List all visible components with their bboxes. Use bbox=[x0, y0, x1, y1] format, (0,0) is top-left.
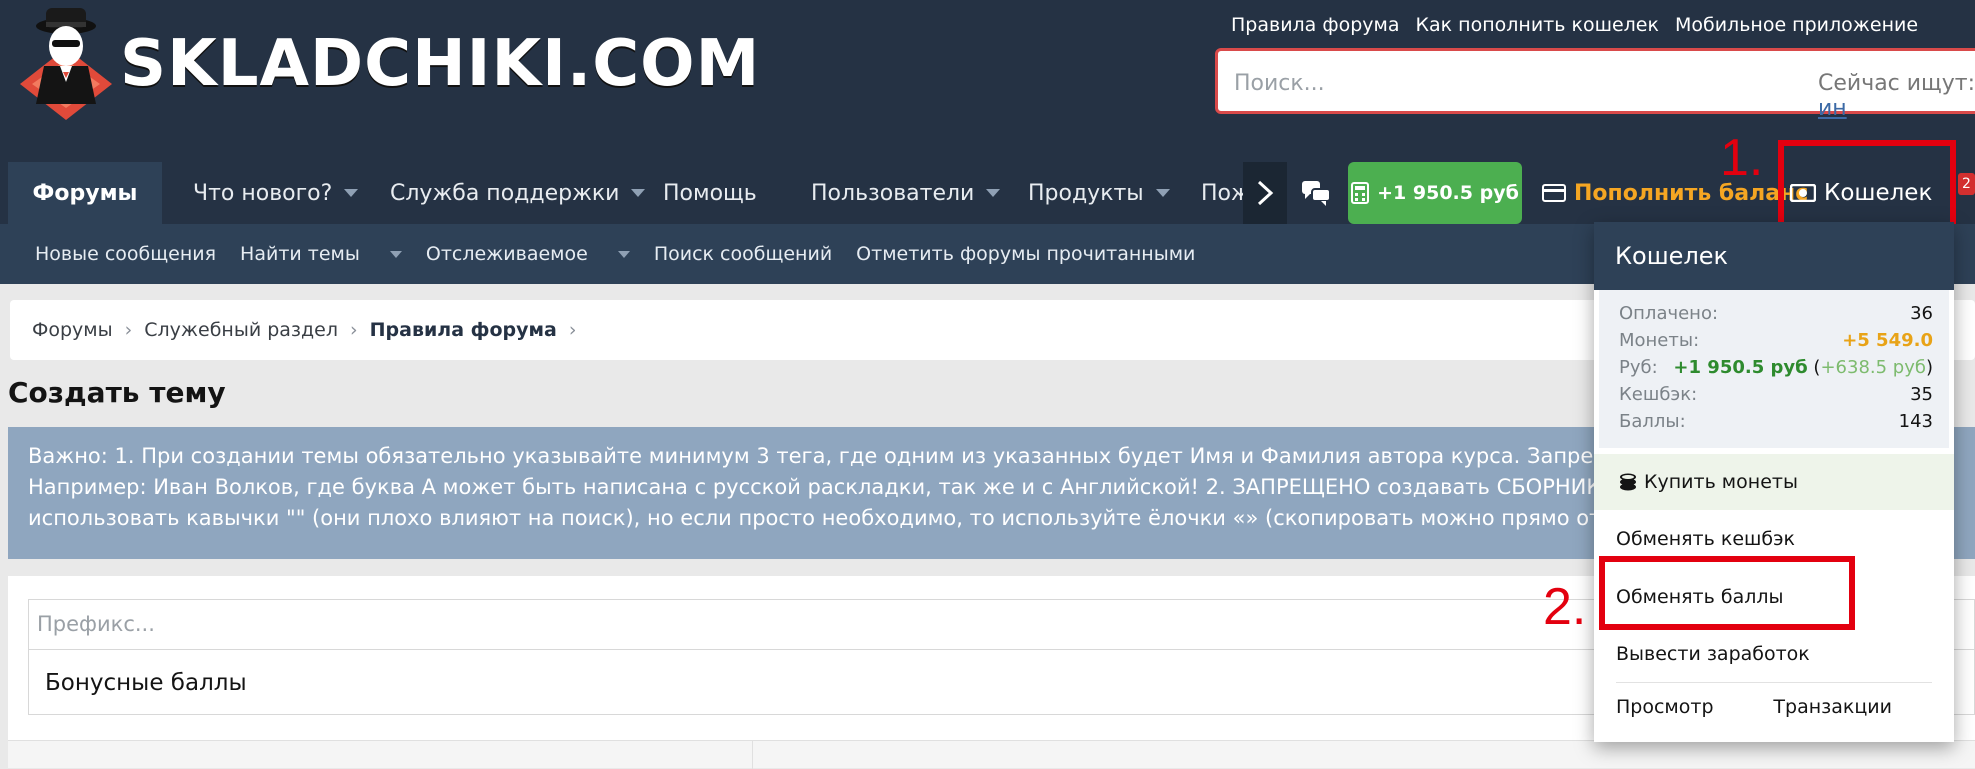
topup-button[interactable]: Пополнить баланс bbox=[1542, 162, 1808, 224]
stat-rub-values: +1 950.5 руб (+638.5 руб) bbox=[1673, 354, 1933, 381]
menu-item-buy-coins-label: Купить монеты bbox=[1644, 471, 1798, 493]
subnav-find-threads-label: Найти темы bbox=[240, 243, 360, 265]
chevron-right-icon: › bbox=[350, 319, 358, 341]
site-logo-text: SKLADCHIKI.COM bbox=[120, 27, 761, 101]
now-searching-link[interactable]: ин bbox=[1818, 96, 1847, 121]
stat-coins: Монеты: +5 549.0 bbox=[1619, 327, 1933, 354]
stat-cashback: Кешбэк: 35 bbox=[1619, 381, 1933, 408]
chevron-down-icon[interactable] bbox=[1155, 189, 1170, 197]
wallet-dropdown: Кошелек Оплачено: 36 Монеты: +5 549.0 Руб:… bbox=[1594, 222, 1954, 742]
site-header: SKLADCHIKI.COM Правила форума Как пополн… bbox=[0, 0, 1975, 162]
divider bbox=[1616, 682, 1932, 683]
divider bbox=[752, 741, 753, 769]
menu-item-buy-coins[interactable]: Купить монеты bbox=[1594, 454, 1954, 510]
stat-rub-label: Руб: bbox=[1619, 357, 1658, 378]
tab-products[interactable]: Продукты bbox=[1028, 162, 1170, 224]
link-mobile-app[interactable]: Мобильное приложение bbox=[1675, 14, 1918, 36]
annotation-step-2: 2. bbox=[1543, 578, 1587, 636]
paren-close: ) bbox=[1925, 357, 1933, 378]
wallet-stats: Оплачено: 36 Монеты: +5 549.0 Руб: +1 950.5… bbox=[1599, 290, 1949, 448]
balance-value: +1 950.5 руб bbox=[1377, 182, 1519, 204]
stat-cashback-label: Кешбэк: bbox=[1619, 384, 1698, 405]
stat-cashback-value: 35 bbox=[1910, 384, 1933, 405]
tab-forums-label: Форумы bbox=[32, 180, 138, 206]
subnav-find-threads[interactable]: Найти темы bbox=[240, 243, 402, 265]
wallet-dropdown-footer: Просмотр Транзакции bbox=[1616, 696, 1932, 718]
stat-coins-value: +5 549.0 bbox=[1842, 330, 1933, 351]
title-value: Бонусные баллы bbox=[45, 670, 247, 696]
page-title: Создать тему bbox=[8, 376, 226, 409]
top-links: Правила форума Как пополнить кошелек Моб… bbox=[1231, 14, 1918, 36]
calculator-icon bbox=[1351, 182, 1370, 204]
stat-paid-value: 36 bbox=[1910, 303, 1933, 324]
tab-users[interactable]: Пользователи bbox=[811, 162, 1001, 224]
coins-icon bbox=[1620, 473, 1636, 491]
stat-points-value: 143 bbox=[1898, 411, 1933, 432]
tab-help-label: Помощь bbox=[663, 180, 757, 206]
tab-support-label: Служба поддержки bbox=[390, 180, 620, 206]
chevron-down-icon[interactable] bbox=[344, 189, 359, 197]
now-searching-label: Сейчас ищут: bbox=[1818, 71, 1975, 96]
tab-support[interactable]: Служба поддержки bbox=[390, 162, 646, 224]
balance-button[interactable]: +1 950.5 руб bbox=[1348, 162, 1522, 224]
subnav-watched-label: Отслеживаемое bbox=[425, 243, 588, 265]
tab-users-label: Пользователи bbox=[811, 180, 975, 206]
stat-points-label: Баллы: bbox=[1619, 411, 1686, 432]
chevron-right-icon: › bbox=[124, 319, 133, 341]
tab-products-label: Продукты bbox=[1028, 180, 1144, 206]
link-forum-rules[interactable]: Правила форума bbox=[1231, 14, 1400, 36]
stat-rub: Руб: +1 950.5 руб (+638.5 руб) bbox=[1619, 354, 1933, 381]
stat-paid: Оплачено: 36 bbox=[1619, 300, 1933, 327]
notification-badge[interactable]: 2 bbox=[1958, 173, 1975, 195]
spy-mascot-icon bbox=[16, 8, 116, 120]
chevron-down-icon[interactable] bbox=[986, 189, 1001, 197]
prefix-placeholder: Префикс... bbox=[37, 612, 155, 636]
subnav-new-posts[interactable]: Новые сообщения bbox=[35, 243, 216, 265]
breadcrumb-service-section[interactable]: Служебный раздел bbox=[144, 319, 338, 341]
topup-label: Пополнить баланс bbox=[1574, 180, 1809, 206]
chat-icon[interactable] bbox=[1301, 178, 1331, 208]
annotation-step-1: 1. bbox=[1720, 129, 1764, 187]
stat-coins-label: Монеты: bbox=[1619, 330, 1700, 351]
stat-paid-label: Оплачено: bbox=[1619, 303, 1719, 324]
link-view[interactable]: Просмотр bbox=[1616, 696, 1714, 718]
chevron-down-icon bbox=[617, 250, 630, 258]
wallet-dropdown-title: Кошелек bbox=[1594, 222, 1954, 290]
now-searching: Сейчас ищут: ин bbox=[1818, 71, 1975, 121]
search-input[interactable]: Поиск... Сейчас ищут: ин bbox=[1215, 48, 1975, 121]
subnav-search-posts[interactable]: Поиск сообщений bbox=[654, 243, 832, 265]
editor-toolbar bbox=[8, 740, 1975, 769]
breadcrumb-forum-rules[interactable]: Правила форума bbox=[370, 319, 557, 341]
tab-whats-new-label: Что нового? bbox=[193, 180, 333, 206]
tab-forums[interactable]: Форумы bbox=[8, 162, 162, 224]
tab-help[interactable]: Помощь bbox=[663, 162, 757, 224]
chevron-down-icon[interactable] bbox=[631, 189, 646, 197]
stat-points: Баллы: 143 bbox=[1619, 408, 1933, 435]
menu-item-withdraw[interactable]: Вывести заработок bbox=[1594, 626, 1954, 682]
chevron-down-icon bbox=[389, 250, 402, 258]
link-how-to-topup[interactable]: Как пополнить кошелек bbox=[1416, 14, 1659, 36]
subnav-mark-read[interactable]: Отметить форумы прочитанными bbox=[856, 243, 1195, 265]
credit-card-icon bbox=[1542, 184, 1566, 202]
stat-rub-extra: +638.5 руб bbox=[1820, 357, 1926, 378]
annotation-highlight-exchange-points bbox=[1599, 556, 1855, 630]
link-transactions[interactable]: Транзакции bbox=[1773, 696, 1892, 718]
site-logo[interactable]: SKLADCHIKI.COM bbox=[16, 8, 760, 120]
chevron-right-icon: › bbox=[568, 319, 577, 341]
stat-rub-value: +1 950.5 руб bbox=[1673, 357, 1808, 378]
annotation-highlight-wallet bbox=[1778, 140, 1956, 230]
breadcrumb-forums[interactable]: Форумы bbox=[32, 319, 113, 341]
subnav-watched[interactable]: Отслеживаемое bbox=[426, 243, 630, 265]
tab-whats-new[interactable]: Что нового? bbox=[193, 162, 359, 224]
nav-scroll-right-icon[interactable] bbox=[1243, 162, 1287, 224]
search-placeholder: Поиск... bbox=[1234, 71, 1325, 96]
